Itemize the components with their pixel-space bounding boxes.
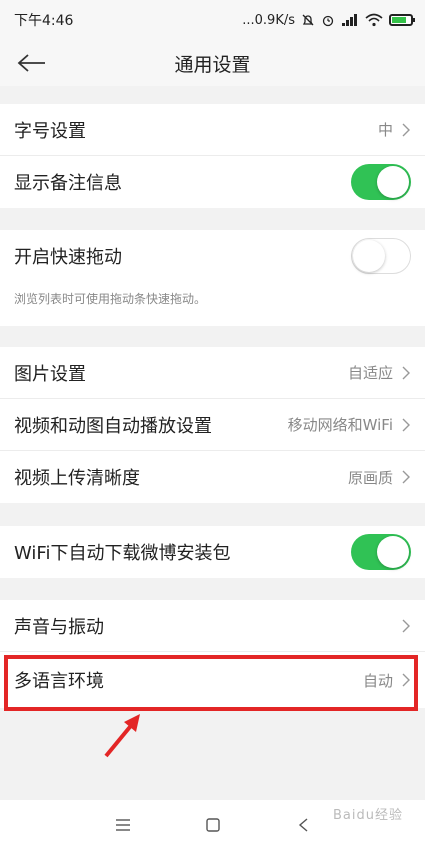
settings-group-drag: 开启快速拖动 — [0, 230, 425, 282]
font-size-setting[interactable]: 字号设置 中 — [0, 104, 425, 156]
wifi-auto-download-setting: WiFi下自动下载微博安装包 — [0, 526, 425, 578]
wifi-icon — [365, 13, 383, 27]
toggle-knob — [353, 240, 385, 272]
chevron-right-icon — [402, 366, 410, 379]
settings-group-download: WiFi下自动下载微博安装包 — [0, 526, 425, 578]
chevron-right-icon — [402, 470, 410, 484]
row-label: 字号设置 — [14, 120, 86, 142]
back-button[interactable] — [14, 46, 50, 80]
menu-button[interactable] — [113, 815, 133, 835]
quick-drag-hint: 浏览列表时可使用拖动条快速拖动。 — [0, 282, 425, 326]
battery-fill — [392, 17, 406, 23]
home-button[interactable] — [203, 815, 223, 835]
row-label: 声音与振动 — [14, 616, 104, 638]
toggle-knob — [377, 536, 409, 568]
toggle-knob — [377, 166, 409, 198]
battery-icon — [389, 14, 415, 26]
home-square-icon — [205, 817, 220, 832]
video-upload-quality-setting[interactable]: 视频上传清晰度 原画质 — [0, 451, 425, 503]
row-value: 中 — [377, 121, 393, 139]
chevron-right-icon — [402, 123, 410, 136]
row-label: 视频和动图自动播放设置 — [14, 415, 212, 437]
row-value: 移动网络和WiFi — [287, 416, 393, 434]
show-remark-setting: 显示备注信息 — [0, 156, 425, 208]
title-bar: 通用设置 — [0, 40, 425, 86]
annotation-arrow-icon — [104, 714, 140, 758]
nav-back-icon — [298, 817, 307, 832]
alarm-clock-icon — [322, 15, 334, 27]
chevron-right-icon — [402, 418, 410, 431]
row-label: 显示备注信息 — [14, 173, 122, 194]
chevron-right-icon — [402, 619, 410, 632]
language-setting[interactable]: 多语言环境 自动 — [0, 652, 425, 708]
quick-drag-setting: 开启快速拖动 — [0, 230, 425, 282]
network-speed: ...0.9K/s — [242, 12, 295, 28]
status-icons: ...0.9K/s — [242, 12, 415, 28]
wifi-auto-download-toggle[interactable] — [351, 534, 411, 570]
show-remark-toggle[interactable] — [351, 164, 411, 200]
row-label: 开启快速拖动 — [14, 247, 122, 268]
row-label: 图片设置 — [14, 363, 86, 385]
row-value: 原画质 — [347, 468, 393, 487]
chevron-right-icon — [402, 673, 410, 687]
signal-icon — [342, 14, 357, 26]
page-title: 通用设置 — [174, 53, 251, 76]
back-arrow-icon — [17, 54, 45, 72]
row-value: 自适应 — [347, 364, 393, 382]
image-setting[interactable]: 图片设置 自适应 — [0, 347, 425, 399]
settings-group-display: 字号设置 中 显示备注信息 — [0, 104, 425, 208]
row-label: 视频上传清晰度 — [14, 468, 140, 489]
quick-drag-toggle[interactable] — [351, 238, 411, 274]
row-label: 多语言环境 — [14, 671, 104, 692]
row-label: WiFi下自动下载微博安装包 — [14, 543, 231, 564]
watermark-logo: Baidu经验 — [333, 808, 403, 823]
row-value: 自动 — [362, 671, 393, 690]
status-time: 下午4:46 — [14, 13, 74, 29]
video-autoplay-setting[interactable]: 视频和动图自动播放设置 移动网络和WiFi — [0, 399, 425, 451]
menu-icon — [115, 818, 130, 831]
settings-group-system: 声音与振动 多语言环境 自动 — [0, 600, 425, 708]
settings-group-media: 图片设置 自适应 视频和动图自动播放设置 移动网络和WiFi 视频上传清晰度 原… — [0, 347, 425, 503]
sound-vibration-setting[interactable]: 声音与振动 — [0, 600, 425, 652]
status-bar: 下午4:46 ...0.9K/s — [0, 0, 425, 40]
alarm-off-icon — [302, 14, 314, 26]
nav-back-button[interactable] — [293, 815, 313, 835]
